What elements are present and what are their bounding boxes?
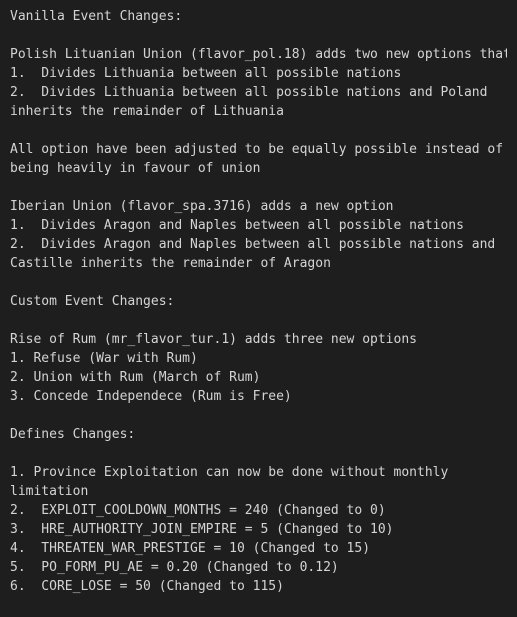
text-line: Castille inherits the remainder of Arago…: [10, 256, 331, 271]
text-line: Custom Event Changes:: [10, 294, 175, 309]
text-line: 2. Divides Aragon and Naples between all…: [10, 237, 496, 252]
text-line: 2. Union with Rum (March of Rum): [10, 370, 261, 385]
text-line: All option have been adjusted to be equa…: [10, 142, 504, 157]
text-line: inherits the remainder of Lithuania: [10, 104, 284, 119]
text-line: 1. Province Exploitation can now be done…: [10, 465, 449, 480]
text-line: [10, 444, 507, 463]
text-line: limitation: [10, 484, 89, 499]
text-line: 1. Divides Aragon and Naples between all…: [10, 218, 464, 233]
text-line: 1. Refuse (War with Rum): [10, 351, 198, 366]
text-line: Rise of Rum (mr_flavor_tur.1) adds three…: [10, 332, 417, 347]
text-line: 6. CORE_LOSE = 50 (Changed to 115): [10, 579, 284, 594]
text-line: being heavily in favour of union: [10, 161, 261, 176]
text-line: Iberian Union (flavor_spa.3716) adds a n…: [10, 199, 394, 214]
text-line: Vanilla Event Changes:: [10, 9, 183, 24]
text-line: [10, 26, 507, 45]
text-line: 2. EXPLOIT_COOLDOWN_MONTHS = 240 (Change…: [10, 503, 386, 518]
text-line: [10, 121, 507, 140]
text-line: Defines Changes:: [10, 427, 136, 442]
text-line: 3. Concede Independece (Rum is Free): [10, 389, 292, 404]
text-line: [10, 273, 507, 292]
text-line: [10, 178, 507, 197]
text-line: 5. PO_FORM_PU_AE = 0.20 (Changed to 0.12…: [10, 560, 339, 575]
text-line: 1. Divides Lithuania between all possibl…: [10, 66, 402, 81]
text-line: Polish Lituanian Union (flavor_pol.18) a…: [10, 47, 507, 62]
text-line: 3. HRE_AUTHORITY_JOIN_EMPIRE = 5 (Change…: [10, 522, 394, 537]
text-line: [10, 311, 507, 330]
text-line: 4. THREATEN_WAR_PRESTIGE = 10 (Changed t…: [10, 541, 371, 556]
code-text-view[interactable]: Vanilla Event Changes: Polish Lituanian …: [0, 0, 517, 617]
text-line: 2. Divides Lithuania between all possibl…: [10, 85, 488, 100]
text-line: [10, 406, 507, 425]
